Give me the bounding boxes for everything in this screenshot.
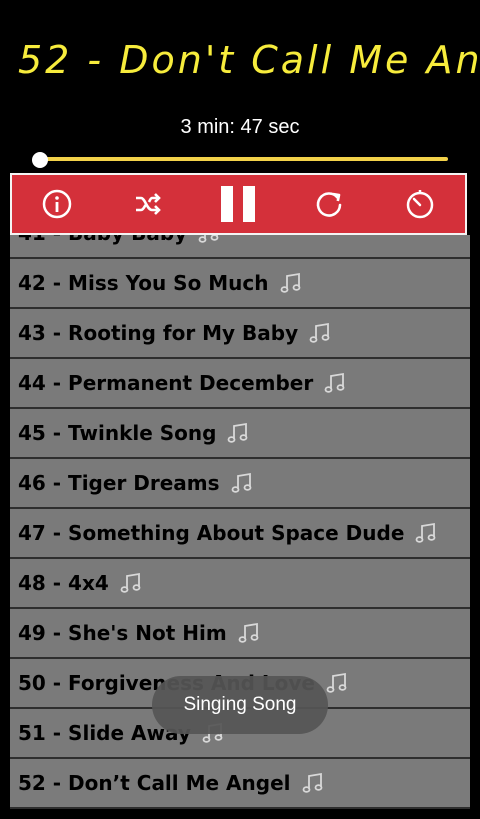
song-list-item[interactable]: 49 - She's Not Him	[10, 609, 470, 659]
song-title: 52 - Don’t Call Me Angel	[18, 771, 291, 795]
song-list-item[interactable]: 41 - Baby Baby	[10, 235, 470, 259]
repeat-button[interactable]	[306, 181, 352, 227]
song-title: 42 - Miss You So Much	[18, 271, 269, 295]
song-title: 46 - Tiger Dreams	[18, 471, 220, 495]
music-note-icon	[230, 471, 254, 495]
song-title: 48 - 4x4	[18, 571, 109, 595]
song-list-item[interactable]: 48 - 4x4	[10, 559, 470, 609]
song-duration: 3 min: 47 sec	[180, 116, 300, 138]
sleep-timer-button[interactable]	[397, 181, 443, 227]
shuffle-button[interactable]	[125, 181, 171, 227]
timer-icon	[406, 190, 433, 219]
song-list-item[interactable]: 47 - Something About Space Dude	[10, 509, 470, 559]
song-list-item[interactable]: 52 - Don’t Call Me Angel	[10, 759, 470, 809]
song-list-item[interactable]: 44 - Permanent December	[10, 359, 470, 409]
music-note-icon	[119, 571, 143, 595]
seek-thumb[interactable]	[32, 152, 49, 168]
song-title: 49 - She's Not Him	[18, 621, 227, 645]
music-note-icon	[279, 271, 303, 295]
song-list-item[interactable]: 43 - Rooting for My Baby	[10, 309, 470, 359]
song-list-item[interactable]: 42 - Miss You So Much	[10, 259, 470, 309]
song-title: 45 - Twinkle Song	[18, 421, 217, 445]
seek-bar[interactable]	[36, 157, 448, 161]
song-title: 47 - Something About Space Dude	[18, 521, 405, 545]
repeat-icon	[316, 192, 342, 217]
song-title: 43 - Rooting for My Baby	[18, 321, 299, 345]
music-player-screen: 52 - Don't Call Me Angel 3 min: 47 sec	[0, 0, 480, 819]
pause-button[interactable]	[215, 181, 261, 227]
song-list-item[interactable]: 46 - Tiger Dreams	[10, 459, 470, 509]
song-title: 44 - Permanent December	[18, 371, 314, 395]
info-icon	[43, 189, 72, 219]
music-note-icon	[197, 235, 221, 245]
music-note-icon	[301, 771, 325, 795]
music-note-icon	[414, 521, 438, 545]
pause-icon	[221, 186, 256, 222]
music-note-icon	[323, 371, 347, 395]
info-button[interactable]	[34, 181, 80, 227]
music-note-icon	[226, 421, 250, 445]
player-controls	[10, 173, 467, 235]
music-note-icon	[308, 321, 332, 345]
song-list-item[interactable]: 45 - Twinkle Song	[10, 409, 470, 459]
music-note-icon	[237, 621, 261, 645]
music-note-icon	[325, 671, 349, 695]
now-playing-title: 52 - Don't Call Me Angel	[18, 38, 480, 82]
shuffle-icon	[135, 193, 161, 215]
toast-message: Singing Song	[152, 676, 328, 734]
song-title: 41 - Baby Baby	[18, 235, 187, 245]
